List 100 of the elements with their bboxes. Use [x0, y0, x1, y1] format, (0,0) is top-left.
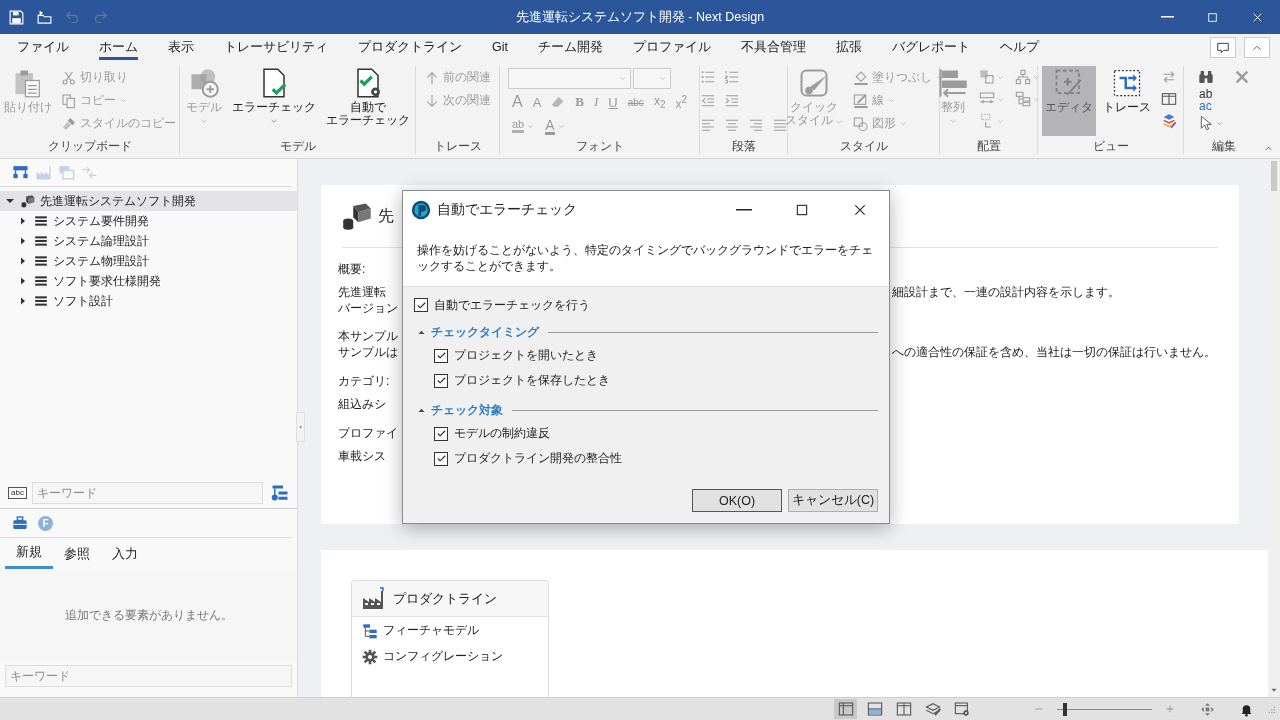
- checkbox[interactable]: [434, 348, 448, 363]
- list-icon: [34, 294, 48, 308]
- arrow-down-icon: [424, 92, 440, 109]
- toolbox-icon[interactable]: [12, 515, 28, 531]
- panel-title: プロダクトライン: [393, 589, 497, 608]
- empty-message: 追加できる要素がありません。: [64, 607, 233, 624]
- minimize-icon: [736, 209, 752, 211]
- ribbon-tab[interactable]: バグレポート: [877, 34, 985, 60]
- tree-item-label: 先進運転システムソフト開発: [40, 192, 196, 210]
- checkbox-label[interactable]: モデルの制約違反: [454, 425, 550, 442]
- minimize-icon: [1161, 16, 1174, 18]
- justify-icon: [771, 117, 788, 133]
- checkbox-label[interactable]: プロジェクトを保存したとき: [454, 372, 610, 389]
- paint-bucket-icon: [852, 69, 869, 86]
- search-mode-icon[interactable]: abc: [8, 487, 27, 499]
- tree-item-label: システム要件開発: [53, 212, 149, 230]
- ribbon-tab[interactable]: チーム開発: [523, 34, 618, 60]
- ribbon-tab[interactable]: Git: [477, 34, 523, 60]
- move-arrows-icon[interactable]: [1200, 701, 1215, 717]
- ribbon-tab[interactable]: 不具合管理: [726, 34, 821, 60]
- search-field[interactable]: キーワード: [31, 482, 263, 504]
- checkbox[interactable]: [434, 426, 448, 441]
- group-label: トレース: [433, 139, 482, 154]
- clipboard-icon: [13, 68, 43, 98]
- copy-icon: [61, 92, 77, 109]
- editor-frame-icon: [1053, 68, 1084, 98]
- normal-view-button[interactable]: [834, 699, 857, 719]
- section-heading: プロファイ: [338, 425, 398, 442]
- horizontal-split-icon: [866, 701, 883, 717]
- folder-arrow-icon: [35, 8, 53, 26]
- comment-button[interactable]: [1210, 37, 1236, 58]
- ribbon-tab[interactable]: プロダクトライン: [343, 34, 477, 60]
- checkbox-label[interactable]: プロダクトライン開発の整合性: [454, 450, 622, 467]
- pointer-icon: [1198, 115, 1214, 131]
- checkbox-label[interactable]: プロジェクトを開いたとき: [454, 347, 598, 364]
- scrollbar[interactable]: [1268, 159, 1280, 697]
- ribbon-tab[interactable]: トレーサビリティ: [209, 34, 343, 60]
- toolbox-tab[interactable]: 入力: [101, 540, 149, 569]
- binoculars-icon: [1198, 69, 1214, 85]
- stacked-squares-icon: [978, 69, 995, 85]
- windows-icon: [58, 164, 75, 181]
- document-title: 先: [378, 205, 394, 226]
- ribbon-button[interactable]: 自動で エラーチェック: [322, 66, 413, 136]
- toolbox-tab[interactable]: 参照: [53, 540, 101, 569]
- ribbon-tab[interactable]: プロファイル: [618, 34, 726, 60]
- section-heading: 概要:: [338, 261, 366, 278]
- project-icon: [21, 194, 35, 208]
- hierarchy-icon: [12, 164, 29, 181]
- hierarchy-button[interactable]: [12, 164, 29, 181]
- tree-item-row[interactable]: システム論理設計: [0, 231, 297, 251]
- caret-icon: [618, 74, 627, 83]
- dialog-title: 自動でエラーチェック: [437, 201, 577, 219]
- group-label: モデル: [279, 139, 316, 154]
- ribbon-button[interactable]: エラーチェック: [228, 66, 319, 136]
- ribbon-button[interactable]: トレース: [1099, 66, 1154, 136]
- tree-item-row[interactable]: システム物理設計: [0, 251, 297, 271]
- project-icon: [342, 201, 372, 231]
- tree-item-row[interactable]: システム要件開発: [0, 211, 297, 231]
- trace-icon: [1111, 68, 1142, 98]
- ribbon-tab[interactable]: 表示: [153, 34, 209, 60]
- outdent-icon: [699, 93, 716, 109]
- replace-button[interactable]: ab ac: [1195, 88, 1227, 112]
- floppy-disk-button[interactable]: [6, 7, 26, 27]
- ok-button[interactable]: OK(O): [692, 489, 782, 512]
- tree-item-row[interactable]: 先進運転システムソフト開発: [0, 191, 297, 211]
- slider-thumb[interactable]: [1062, 702, 1067, 716]
- ribbon-tab[interactable]: ヘルプ: [985, 34, 1054, 60]
- brush-square-icon: [799, 68, 829, 98]
- tree-layout-icon: [1014, 91, 1031, 107]
- description-text: 細設計まで、一連の設計内容を示します。: [892, 284, 1120, 300]
- description-text: 先進運転: [338, 284, 387, 300]
- checkbox[interactable]: [434, 373, 448, 388]
- ribbon-tab[interactable]: ホーム: [84, 34, 153, 60]
- group-label: 段落: [731, 139, 756, 154]
- collapse-panel-icon[interactable]: [296, 412, 305, 442]
- tree-item-row[interactable]: ソフト設計: [0, 291, 297, 311]
- search-field[interactable]: キーワード: [5, 665, 292, 687]
- product-line-link[interactable]: コンフィグレーション: [352, 644, 548, 669]
- delete-icon: [1234, 69, 1250, 85]
- bullet-list-icon: [699, 69, 716, 85]
- shapes-icon: [852, 115, 869, 132]
- pencil-line-icon: [852, 92, 869, 109]
- factory-icon: [361, 586, 385, 611]
- resize-grip-icon: [1266, 704, 1276, 714]
- description-text: 組込みシ: [338, 396, 387, 412]
- cancel-button[interactable]: キャンセル(C): [788, 489, 878, 512]
- product-line-link[interactable]: フィーチャモデル: [352, 618, 548, 643]
- ribbon-tab[interactable]: ファイル: [2, 34, 84, 60]
- vertical-split-icon: [895, 701, 912, 717]
- tree-item-row[interactable]: ソフト要求仕様開発: [0, 271, 297, 291]
- checkbox[interactable]: [414, 298, 428, 312]
- search-options-icon[interactable]: [271, 484, 289, 502]
- description-text: 車載シス: [338, 448, 387, 464]
- dialog-description: 操作を妨げることがないよう、特定のタイミングでバックグラウンドでエラーをチェックすることができます。: [417, 242, 874, 274]
- collapse-ribbon-button[interactable]: [1244, 37, 1270, 58]
- ribbon-tab[interactable]: 拡張: [821, 34, 877, 60]
- checkbox[interactable]: [434, 451, 448, 466]
- checkbox-label[interactable]: 自動でエラーチェックを行う: [434, 296, 590, 314]
- scroll-thumb[interactable]: [1271, 161, 1277, 191]
- zoom-in-icon[interactable]: [1164, 703, 1176, 715]
